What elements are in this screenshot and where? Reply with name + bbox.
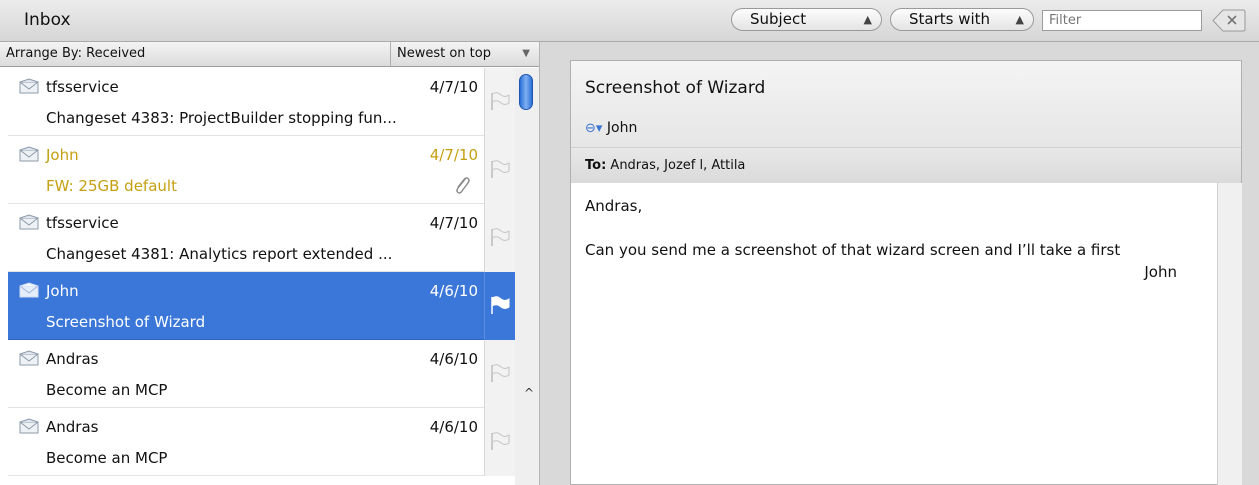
message-subject: Changeset 4383: ProjectBuilder stopping … xyxy=(46,109,397,127)
search-mode-select[interactable]: Starts with ▲ xyxy=(890,8,1034,31)
flag-column xyxy=(484,204,516,272)
message-view: Screenshot of Wizard ⊖▾ John To: Andras,… xyxy=(570,60,1242,485)
message-sender: Andras xyxy=(46,350,99,368)
message-subject: Changeset 4381: Analytics report extende… xyxy=(46,245,393,263)
up-down-arrows-icon: ▲ xyxy=(1015,13,1024,26)
flag-icon[interactable] xyxy=(489,90,511,116)
reading-pane: Screenshot of Wizard ⊖▾ John To: Andras,… xyxy=(540,42,1259,485)
arrange-bar: Arrange By: Received Newest on top ▼ xyxy=(0,42,539,67)
search-field-select[interactable]: Subject ▲ xyxy=(731,8,882,31)
from-name: John xyxy=(606,120,638,136)
body-signer: John xyxy=(1144,263,1177,281)
message-view-from[interactable]: ⊖▾ John xyxy=(585,120,637,136)
up-down-arrows-icon: ▲ xyxy=(863,13,872,26)
message-list: tfsservice 4/7/10 Changeset 4383: Projec… xyxy=(8,68,516,485)
envelope-icon xyxy=(19,214,39,234)
flag-column xyxy=(484,272,516,340)
message-list-pane: Arrange By: Received Newest on top ▼ tfs… xyxy=(0,42,540,485)
recipients: To: Andras, Jozef l, Attila xyxy=(585,158,745,173)
toolbar: Inbox Subject ▲ Starts with ▲ xyxy=(0,0,1259,42)
search-field-label: Subject xyxy=(750,10,807,28)
message-subject: Become an MCP xyxy=(46,381,168,399)
message-sender: John xyxy=(46,146,79,164)
message-row[interactable]: tfsservice 4/7/10 Changeset 4381: Analyt… xyxy=(8,204,516,272)
message-row[interactable]: Andras 4/6/10 Become an MCP xyxy=(8,340,516,408)
message-subject: Become an MCP xyxy=(46,449,168,467)
paperclip-icon xyxy=(453,174,471,200)
message-subject: FW: 25GB default xyxy=(46,177,177,195)
triangle-down-icon: ▼ xyxy=(522,48,530,59)
message-row-selected[interactable]: John 4/6/10 Screenshot of Wizard xyxy=(8,272,516,340)
message-date: 4/6/10 xyxy=(429,350,478,368)
sort-order-label: Newest on top xyxy=(397,46,491,61)
message-body: Andras, Can you send me a screenshot of … xyxy=(585,195,1205,281)
envelope-icon xyxy=(19,418,39,438)
message-body-scrollbar[interactable] xyxy=(1217,183,1242,485)
caret-up-icon: ^ xyxy=(524,386,535,400)
flag-column xyxy=(484,340,516,408)
flag-icon[interactable] xyxy=(489,158,511,184)
flag-column xyxy=(484,408,516,476)
clear-icon xyxy=(1212,9,1246,32)
message-header: Screenshot of Wizard ⊖▾ John To: Andras,… xyxy=(571,61,1241,183)
message-sender: tfsservice xyxy=(46,78,119,96)
message-date: 4/7/10 xyxy=(429,78,478,96)
envelope-icon xyxy=(19,282,39,302)
flag-column xyxy=(484,68,516,136)
message-sender: Andras xyxy=(46,418,99,436)
message-date: 4/7/10 xyxy=(429,214,478,232)
message-sender: John xyxy=(46,282,79,300)
scrollbar-thumb[interactable] xyxy=(519,74,533,110)
flag-icon[interactable] xyxy=(489,362,511,388)
message-date: 4/6/10 xyxy=(429,282,478,300)
flag-icon[interactable] xyxy=(489,226,511,252)
flag-icon[interactable] xyxy=(489,294,511,320)
flag-icon[interactable] xyxy=(489,430,511,456)
message-row[interactable]: John 4/7/10 FW: 25GB default xyxy=(8,136,516,204)
body-greeting: Andras, xyxy=(585,197,643,215)
filter-input[interactable] xyxy=(1042,10,1202,31)
to-names[interactable]: Andras, Jozef l, Attila xyxy=(610,158,745,173)
arrange-by-button[interactable]: Arrange By: Received xyxy=(6,46,145,61)
flag-column xyxy=(484,136,516,204)
body-text: Can you send me a screenshot of that wiz… xyxy=(585,241,1121,259)
message-view-subject: Screenshot of Wizard xyxy=(585,78,766,98)
clear-filter-button[interactable] xyxy=(1212,9,1246,32)
search-mode-label: Starts with xyxy=(909,10,991,28)
sort-order-button[interactable]: Newest on top ▼ xyxy=(390,42,540,66)
message-subject: Screenshot of Wizard xyxy=(46,313,206,331)
message-date: 4/6/10 xyxy=(429,418,478,436)
message-row[interactable]: tfsservice 4/7/10 Changeset 4383: Projec… xyxy=(8,68,516,136)
message-date: 4/7/10 xyxy=(429,146,478,164)
to-label: To: xyxy=(585,158,607,173)
message-sender: tfsservice xyxy=(46,214,119,232)
recipients-bar: To: Andras, Jozef l, Attila xyxy=(571,147,1241,183)
envelope-icon xyxy=(19,78,39,98)
contact-menu-icon[interactable]: ⊖▾ xyxy=(585,121,602,136)
envelope-icon xyxy=(19,350,39,370)
folder-title: Inbox xyxy=(24,10,71,30)
message-row[interactable]: Andras 4/6/10 Become an MCP xyxy=(8,408,516,476)
message-list-scrollbar[interactable]: ^ xyxy=(515,68,539,485)
envelope-icon xyxy=(19,146,39,166)
